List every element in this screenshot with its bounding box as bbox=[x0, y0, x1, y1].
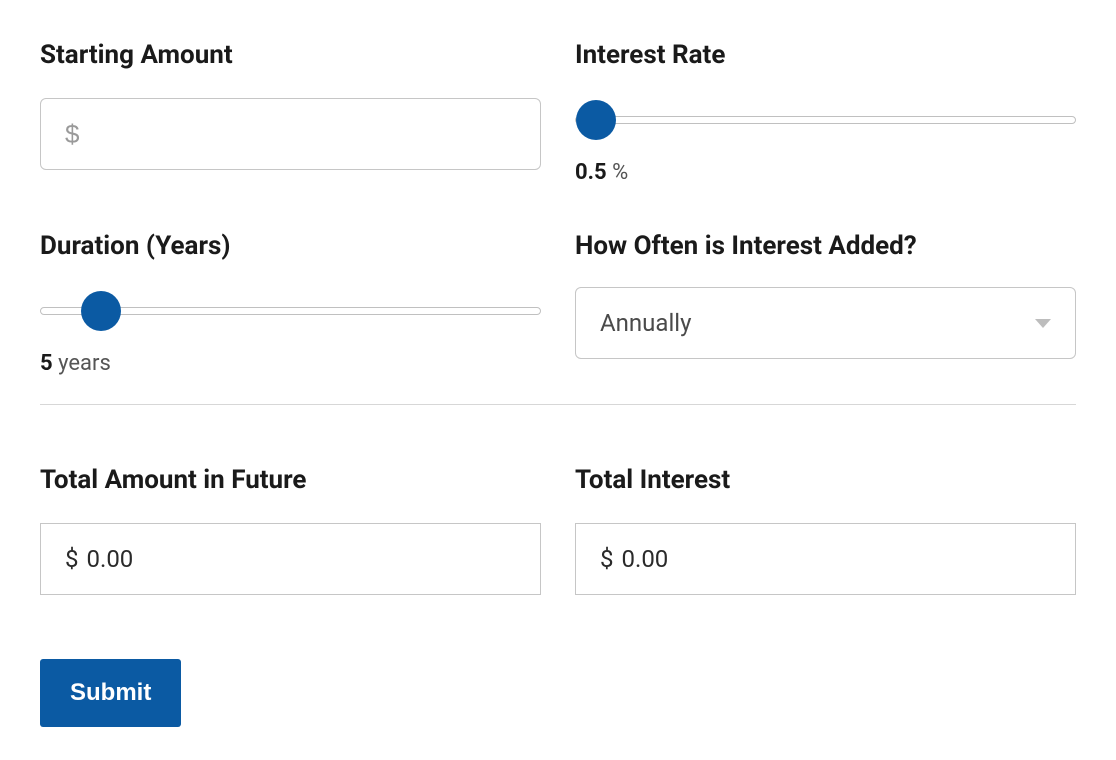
compounding-select[interactable]: Annually bbox=[575, 287, 1076, 359]
interest-rate-value: 0.5 % bbox=[575, 160, 1076, 185]
duration-label: Duration (Years) bbox=[40, 231, 541, 261]
interest-rate-label: Interest Rate bbox=[575, 40, 1076, 70]
interest-rate-slider-thumb[interactable] bbox=[576, 100, 616, 140]
starting-amount-label: Starting Amount bbox=[40, 40, 541, 70]
duration-value: 5 years bbox=[40, 351, 541, 376]
compounding-selected-value: Annually bbox=[600, 309, 691, 337]
section-divider bbox=[40, 404, 1076, 405]
starting-amount-input[interactable] bbox=[40, 98, 541, 170]
total-future-output: $0.00 bbox=[40, 523, 541, 595]
total-interest-output: $0.00 bbox=[575, 523, 1076, 595]
compounding-label: How Often is Interest Added? bbox=[575, 231, 1076, 261]
submit-button[interactable]: Submit bbox=[40, 659, 181, 727]
chevron-down-icon bbox=[1035, 319, 1051, 328]
interest-rate-slider[interactable] bbox=[575, 98, 1076, 142]
total-future-label: Total Amount in Future bbox=[40, 465, 541, 495]
total-interest-label: Total Interest bbox=[575, 465, 1076, 495]
duration-slider-thumb[interactable] bbox=[81, 291, 121, 331]
duration-slider[interactable] bbox=[40, 289, 541, 333]
